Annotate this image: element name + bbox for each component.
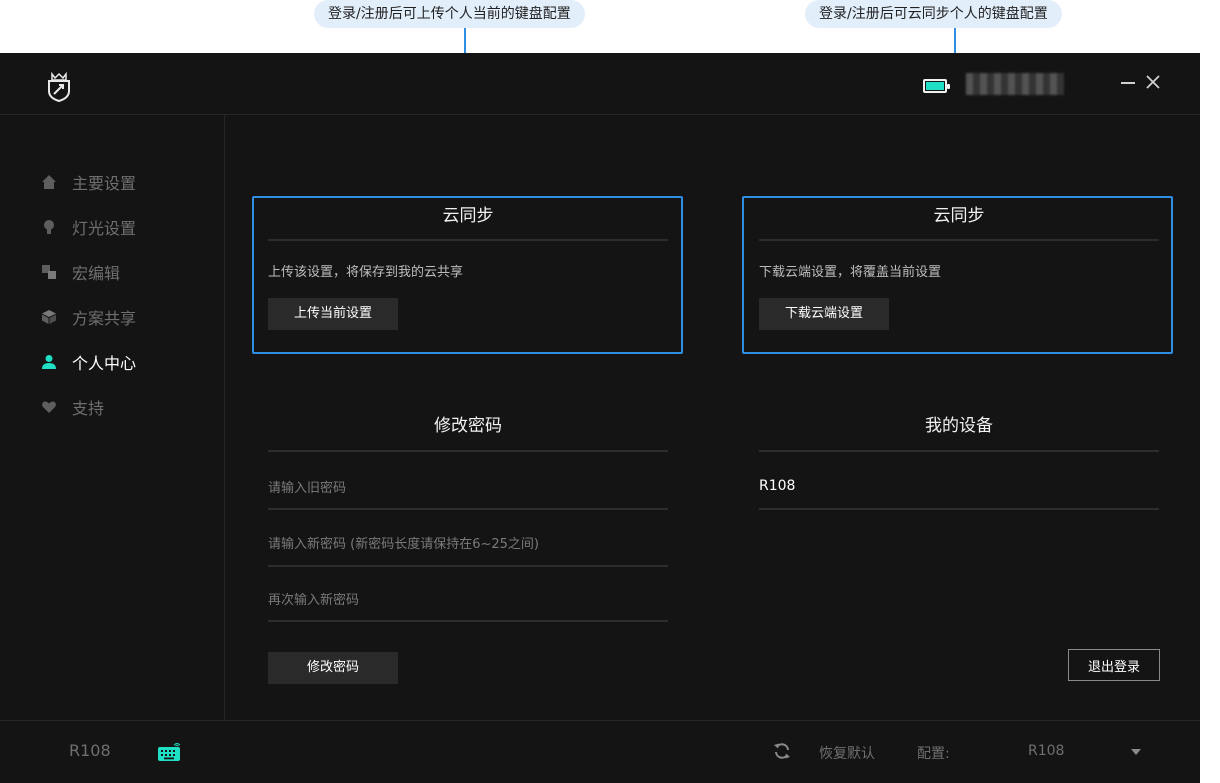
bulb-icon [40, 218, 58, 236]
upload-card-description: 上传该设置，将保存到我的云共享 [268, 265, 464, 280]
bottom-bar: R108 恢复默认 配置: R108 [0, 720, 1200, 783]
username-blurred[interactable] [966, 73, 1064, 95]
user-icon [40, 353, 58, 371]
sidebar-item-label: 灯光设置 [72, 219, 137, 238]
chevron-down-icon[interactable] [1130, 748, 1142, 756]
sidebar-item-sharing[interactable]: 方案共享 [40, 305, 136, 329]
divider [268, 565, 668, 567]
divider [759, 239, 1159, 241]
sidebar-item-support[interactable]: 支持 [40, 395, 104, 419]
change-password-button[interactable]: 修改密码 [268, 652, 398, 684]
logout-button[interactable]: 退出登录 [1068, 649, 1160, 681]
close-icon[interactable] [1144, 73, 1162, 91]
divider [759, 508, 1159, 510]
sidebar-item-personal-center[interactable]: 个人中心 [40, 350, 136, 374]
upload-settings-button[interactable]: 上传当前设置 [268, 298, 398, 330]
annotation-upload-callout: 登录/注册后可上传个人当前的键盘配置 [314, 0, 585, 28]
divider [268, 620, 668, 622]
current-device-label: R108 [69, 741, 111, 760]
annotation-sync-callout: 登录/注册后可云同步个人的键盘配置 [805, 0, 1062, 28]
sidebar-item-label: 个人中心 [72, 354, 137, 373]
sidebar-item-main-settings[interactable]: 主要设置 [40, 170, 136, 194]
macro-icon [40, 263, 58, 281]
upload-card-title: 云同步 [442, 206, 494, 226]
app-window: 主要设置 灯光设置 宏编辑 方案共享 个人中心 支持 云同步 上传该设置，将保存… [0, 53, 1200, 783]
divider [268, 239, 668, 241]
download-settings-button[interactable]: 下载云端设置 [759, 298, 889, 330]
titlebar [0, 53, 1200, 115]
download-card-title: 云同步 [933, 206, 985, 226]
confirm-password-input[interactable] [268, 582, 668, 618]
minimize-icon[interactable] [1121, 82, 1135, 84]
restore-default-button[interactable]: 恢复默认 [819, 743, 875, 763]
config-label: 配置: [917, 746, 950, 762]
crown-shield-logo-icon [48, 71, 70, 103]
sidebar-item-macro[interactable]: 宏编辑 [40, 260, 120, 284]
sidebar-item-lighting[interactable]: 灯光设置 [40, 215, 136, 239]
new-password-input[interactable] [268, 526, 668, 562]
cube-icon [40, 308, 58, 326]
battery-icon [923, 79, 950, 93]
device-list-item[interactable]: R108 [759, 478, 795, 494]
keyboard-icon[interactable] [157, 741, 181, 763]
sidebar-item-label: 主要设置 [72, 174, 137, 193]
sidebar-item-label: 方案共享 [72, 309, 137, 328]
my-devices-title: 我的设备 [925, 416, 993, 436]
change-password-title: 修改密码 [434, 416, 502, 436]
home-icon [40, 173, 58, 191]
old-password-input[interactable] [268, 470, 668, 506]
sidebar-item-label: 宏编辑 [72, 264, 121, 283]
divider [759, 450, 1159, 452]
divider [268, 508, 668, 510]
divider [268, 450, 668, 452]
download-card-description: 下载云端设置，将覆盖当前设置 [759, 265, 942, 280]
config-select-value[interactable]: R108 [1028, 743, 1064, 759]
heart-icon [40, 398, 58, 416]
sidebar-item-label: 支持 [72, 399, 105, 418]
sidebar-nav: 主要设置 灯光设置 宏编辑 方案共享 个人中心 支持 [0, 115, 225, 720]
refresh-icon[interactable] [772, 741, 792, 761]
battery-level-fill [926, 82, 944, 90]
